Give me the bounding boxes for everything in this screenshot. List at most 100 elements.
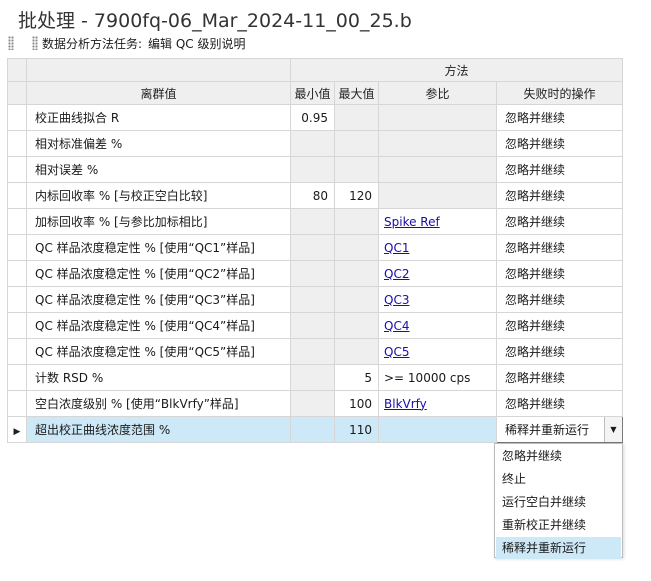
action-cell[interactable]: 忽略并继续 (496, 312, 623, 339)
outlier-name-cell[interactable]: 内标回收率 % [与校正空白比较] (26, 182, 291, 209)
max-value-cell (334, 312, 379, 339)
table-row[interactable]: 相对标准偏差 % 忽略并继续 (7, 130, 623, 157)
action-cell[interactable]: 忽略并继续 (496, 156, 623, 183)
action-cell[interactable]: 忽略并继续 (496, 130, 623, 157)
action-cell[interactable]: 忽略并继续 (496, 182, 623, 209)
action-cell[interactable]: 忽略并继续 (496, 338, 623, 365)
outlier-name-cell[interactable]: QC 样品浓度稳定性 % [使用“QC4”样品] (26, 312, 291, 339)
ref-cell (378, 156, 497, 183)
max-value-cell (334, 338, 379, 365)
table-row[interactable]: 相对误差 % 忽略并继续 (7, 156, 623, 183)
min-value-cell (290, 208, 335, 235)
table-row[interactable]: 校正曲线拟合 R 0.95 忽略并继续 (7, 104, 623, 131)
row-selector[interactable] (7, 130, 27, 157)
ref-link[interactable]: QC5 (384, 345, 409, 359)
max-value-cell[interactable]: 120 (334, 182, 379, 209)
action-cell[interactable]: 忽略并继续 (496, 104, 623, 131)
row-selector[interactable] (7, 182, 27, 209)
outlier-name-cell[interactable]: QC 样品浓度稳定性 % [使用“QC1”样品] (26, 234, 291, 261)
row-selector[interactable] (7, 286, 27, 313)
outlier-name-cell[interactable]: 计数 RSD % (26, 364, 291, 391)
ref-link[interactable]: QC4 (384, 319, 409, 333)
table-row[interactable]: 加标回收率 % [与参比加标相比] Spike Ref 忽略并继续 (7, 208, 623, 235)
row-selector[interactable] (7, 104, 27, 131)
table-row[interactable]: QC 样品浓度稳定性 % [使用“QC5”样品] QC5 忽略并继续 (7, 338, 623, 365)
column-header-name[interactable]: 离群值 (26, 81, 291, 105)
action-combobox[interactable]: 稀释并重新运行 ▼ (496, 416, 623, 443)
outlier-name-cell[interactable]: 超出校正曲线浓度范围 % (26, 416, 291, 443)
max-value-cell[interactable]: 100 (334, 390, 379, 417)
row-selector[interactable] (7, 338, 27, 365)
outlier-name-cell[interactable]: QC 样品浓度稳定性 % [使用“QC5”样品] (26, 338, 291, 365)
outlier-name-cell[interactable]: 空白浓度级别 % [使用“BlkVrfy”样品] (26, 390, 291, 417)
min-value-cell (290, 286, 335, 313)
column-header-ref[interactable]: 参比 (378, 81, 497, 105)
max-value-cell[interactable]: 110 (334, 416, 379, 443)
outlier-name-cell[interactable]: QC 样品浓度稳定性 % [使用“QC3”样品] (26, 286, 291, 313)
row-selector[interactable] (7, 312, 27, 339)
outlier-name-cell[interactable]: 加标回收率 % [与参比加标相比] (26, 208, 291, 235)
min-value-cell[interactable] (290, 416, 335, 443)
ref-link[interactable]: QC2 (384, 267, 409, 281)
group-header-spacer (26, 58, 291, 82)
ref-link[interactable]: Spike Ref (384, 215, 440, 229)
row-selector[interactable] (7, 234, 27, 261)
row-selector[interactable] (7, 156, 27, 183)
dropdown-option[interactable]: 重新校正并继续 (496, 514, 621, 536)
table-row[interactable]: 计数 RSD % 5 >= 10000 cps 忽略并继续 (7, 364, 623, 391)
column-header-max[interactable]: 最大值 (334, 81, 379, 105)
table-row[interactable]: QC 样品浓度稳定性 % [使用“QC2”样品] QC2 忽略并继续 (7, 260, 623, 287)
action-cell[interactable]: 忽略并继续 (496, 390, 623, 417)
table-row[interactable]: 空白浓度级别 % [使用“BlkVrfy”样品] 100 BlkVrfy 忽略并… (7, 390, 623, 417)
group-header-method: 方法 (290, 58, 623, 82)
outlier-name-cell[interactable]: 相对误差 % (26, 156, 291, 183)
max-value-cell (334, 104, 379, 131)
outlier-name-cell[interactable]: 校正曲线拟合 R (26, 104, 291, 131)
current-row-arrow-icon: ▶ (13, 426, 21, 437)
row-selector[interactable] (7, 260, 27, 287)
action-cell[interactable]: 忽略并继续 (496, 364, 623, 391)
chevron-down-icon[interactable]: ▼ (604, 417, 622, 442)
outlier-table: 方法 离群值 最小值 最大值 参比 失败时的操作 校正曲线拟合 R 0.95 忽… (7, 58, 623, 443)
action-cell[interactable]: 忽略并继续 (496, 208, 623, 235)
outlier-name-cell[interactable]: 相对标准偏差 % (26, 130, 291, 157)
dropdown-option[interactable]: 终止 (496, 468, 621, 490)
table-row[interactable]: 内标回收率 % [与校正空白比较] 80 120 忽略并继续 (7, 182, 623, 209)
dropdown-option[interactable]: 运行空白并继续 (496, 491, 621, 513)
ref-cell (378, 416, 497, 443)
min-value-cell[interactable]: 0.95 (290, 104, 335, 131)
outlier-name-cell[interactable]: QC 样品浓度稳定性 % [使用“QC2”样品] (26, 260, 291, 287)
table-row[interactable]: QC 样品浓度稳定性 % [使用“QC1”样品] QC1 忽略并继续 (7, 234, 623, 261)
action-combobox-value: 稀释并重新运行 (505, 423, 590, 437)
row-selector[interactable] (7, 364, 27, 391)
ref-link[interactable]: QC3 (384, 293, 409, 307)
max-value-cell (334, 234, 379, 261)
column-header-action[interactable]: 失败时的操作 (496, 81, 623, 105)
ref-cell (378, 104, 497, 131)
table-row[interactable]: QC 样品浓度稳定性 % [使用“QC3”样品] QC3 忽略并继续 (7, 286, 623, 313)
action-cell[interactable]: 忽略并继续 (496, 234, 623, 261)
action-cell[interactable]: 忽略并继续 (496, 286, 623, 313)
edit-qc-levels-button[interactable]: 编辑 QC 级别说明 (148, 35, 245, 52)
column-header-min[interactable]: 最小值 (290, 81, 335, 105)
min-value-cell (290, 260, 335, 287)
toolbar-grip-icon[interactable] (32, 36, 38, 50)
table-row[interactable]: QC 样品浓度稳定性 % [使用“QC4”样品] QC4 忽略并继续 (7, 312, 623, 339)
toolbar-grip-icon[interactable] (8, 36, 14, 50)
row-selector[interactable]: ▶ (7, 416, 27, 443)
dropdown-option-highlighted[interactable]: 稀释并重新运行 (496, 537, 621, 559)
toolbar-label: 数据分析方法任务: (42, 36, 143, 51)
toolbar: 数据分析方法任务: 编辑 QC 级别说明 (8, 34, 246, 52)
max-value-cell (334, 208, 379, 235)
dropdown-option[interactable]: 忽略并继续 (496, 445, 621, 467)
row-selector[interactable] (7, 390, 27, 417)
row-header-spacer (7, 81, 27, 105)
max-value-cell (334, 130, 379, 157)
max-value-cell[interactable]: 5 (334, 364, 379, 391)
min-value-cell[interactable]: 80 (290, 182, 335, 209)
ref-link[interactable]: BlkVrfy (384, 397, 427, 411)
action-cell[interactable]: 忽略并继续 (496, 260, 623, 287)
ref-link[interactable]: QC1 (384, 241, 409, 255)
table-row-selected[interactable]: ▶ 超出校正曲线浓度范围 % 110 稀释并重新运行 ▼ (7, 416, 623, 443)
row-selector[interactable] (7, 208, 27, 235)
